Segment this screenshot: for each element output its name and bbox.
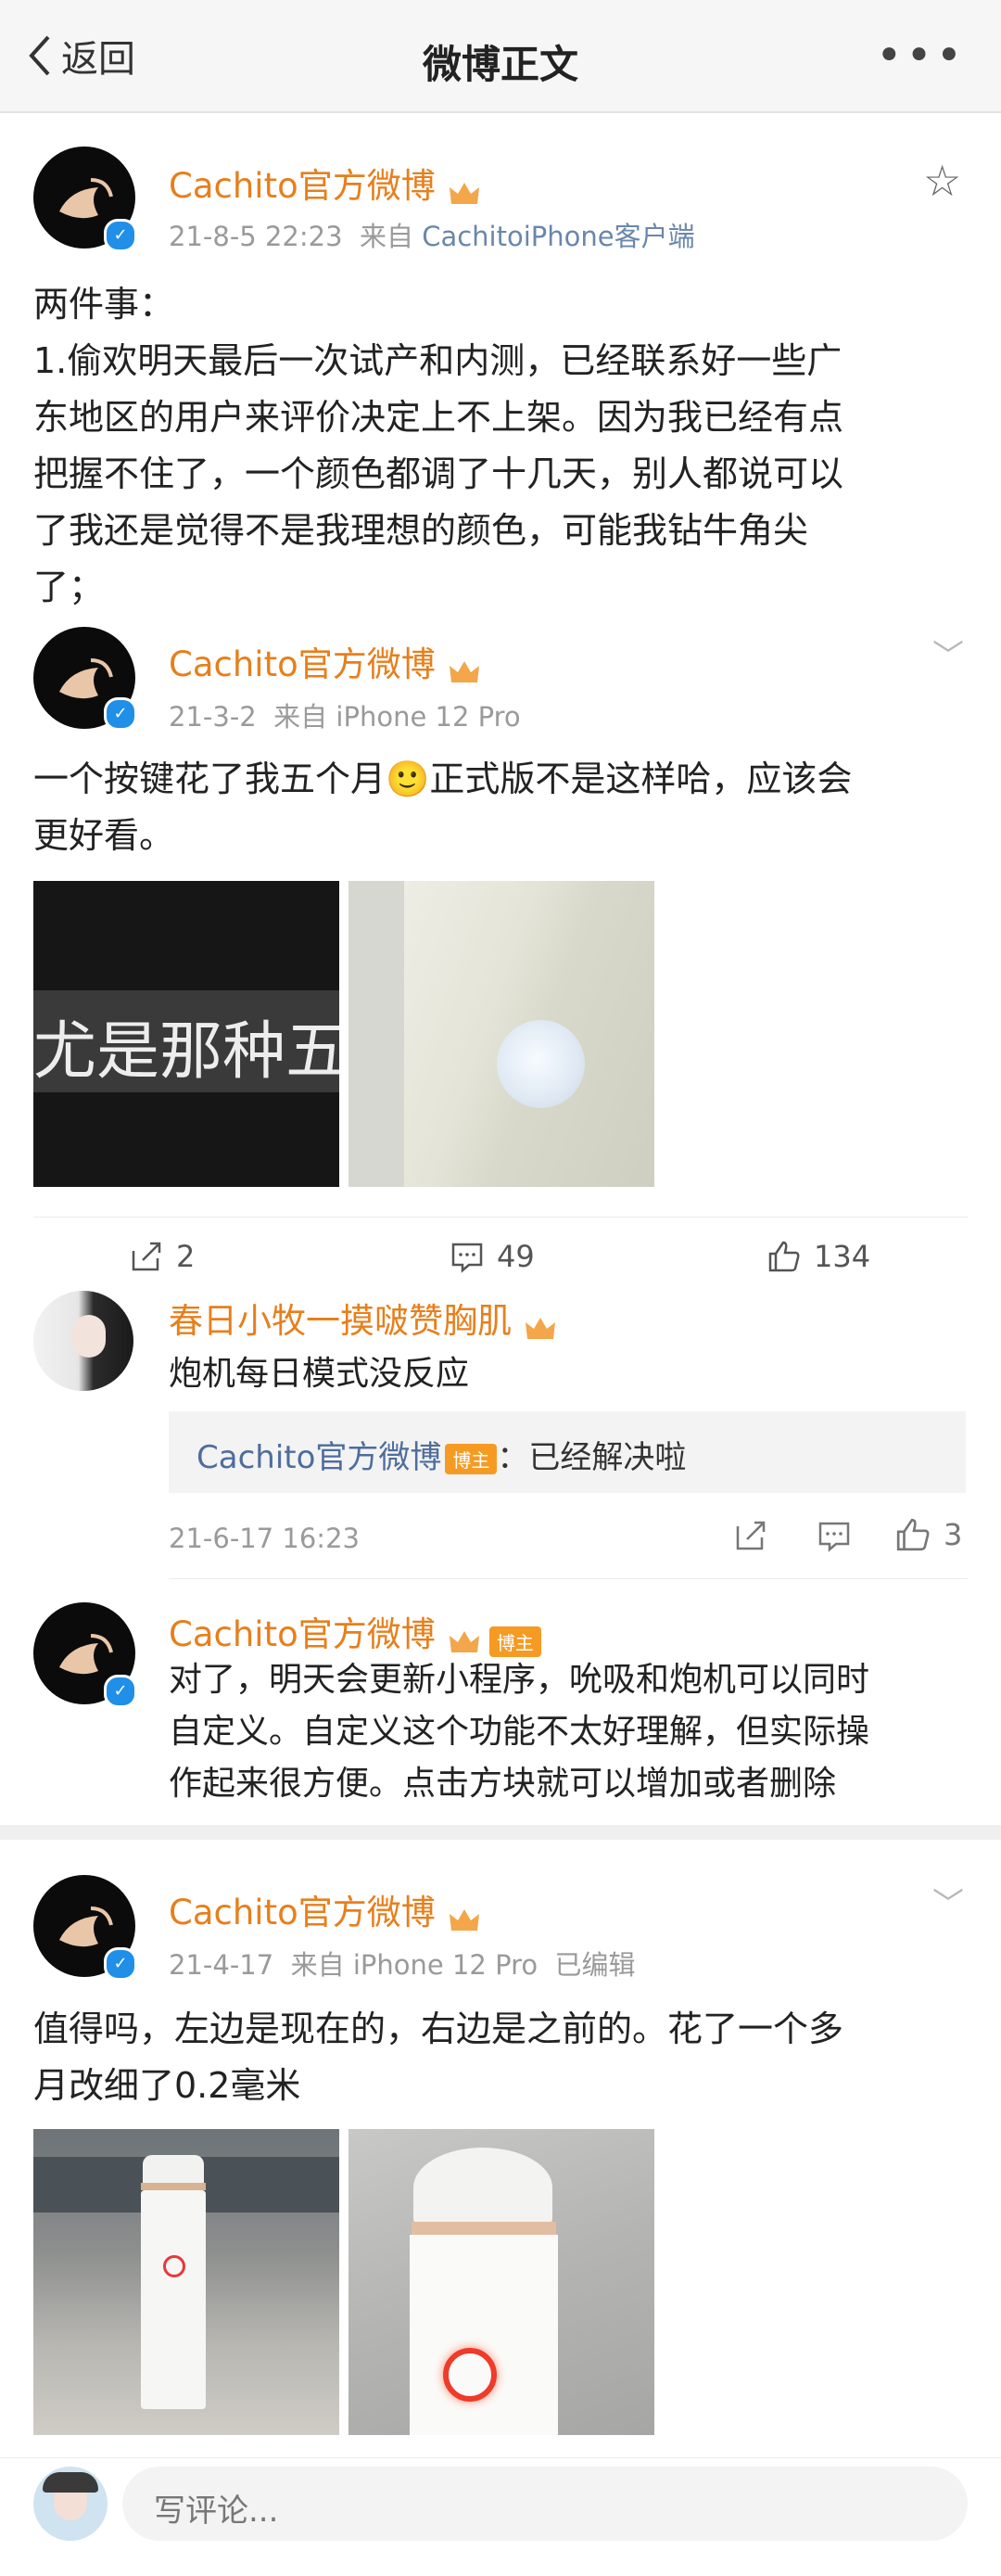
comment-placeholder: 写评论...	[154, 2493, 279, 2530]
post-meta: 21-4-17 来自 iPhone 12 Pro 已编辑	[169, 1949, 636, 1981]
avatar[interactable]	[33, 1291, 133, 1391]
author-badge: 博主	[488, 1626, 541, 1657]
comment-author[interactable]: 春日小牧一摸啵赞胸肌	[169, 1293, 557, 1343]
comment-author[interactable]: Cachito官方微博 博主	[169, 1606, 541, 1657]
post-body: 一个按键花了我五个月🙂正式版不是这样哈，应该会 更好看。	[33, 759, 853, 856]
vip-crown-icon	[449, 1908, 479, 1931]
chevron-down-icon[interactable]: ﹀	[932, 1879, 964, 1924]
comment-button[interactable]: 49	[450, 1239, 535, 1274]
vip-crown-icon	[526, 1317, 556, 1339]
smile-emoji-icon: 🙂	[386, 759, 430, 799]
repost-icon	[132, 1242, 161, 1271]
more-options-icon[interactable]: •••	[876, 30, 966, 82]
comment-text: 对了，明天会更新小程序，吮吸和炮机可以同时 自定义。自定义这个功能不太好理解，但…	[169, 1661, 870, 1803]
share-icon	[736, 1521, 766, 1550]
comment-icon	[818, 1522, 850, 1552]
author-badge: 博主	[445, 1444, 498, 1474]
verified-badge-icon: ✓	[104, 697, 137, 731]
post-author[interactable]: Cachito官方微博	[169, 636, 481, 686]
reply-text: ：已经解决啦	[497, 1439, 687, 1476]
post-body: 值得吗，左边是现在的，右边是之前的。花了一个多 月改细了0.2毫米	[33, 2009, 844, 2106]
page-title: 微博正文	[422, 42, 578, 87]
reply-preview[interactable]: Cachito官方微博 博主 ：已经解决啦	[169, 1411, 966, 1493]
post-image[interactable]	[33, 2129, 339, 2435]
post-meta: 21-8-5 22:23 来自 CachitoiPhone客户端	[169, 221, 695, 252]
reply-button[interactable]	[817, 1519, 851, 1556]
post-author[interactable]: Cachito官方微博	[169, 158, 481, 208]
verified-badge-icon: ✓	[104, 1947, 137, 1981]
post-author[interactable]: Cachito官方微博	[169, 1884, 481, 1934]
verified-badge-icon: ✓	[104, 219, 137, 252]
share-button[interactable]	[734, 1519, 767, 1556]
vip-crown-icon	[449, 182, 479, 204]
reply-author[interactable]: Cachito官方微博	[196, 1439, 441, 1476]
comment-icon	[451, 1243, 483, 1273]
source-link[interactable]: CachitoiPhone客户端	[422, 221, 694, 252]
chevron-down-icon[interactable]: ﹀	[932, 631, 964, 676]
vip-crown-icon	[449, 660, 479, 682]
post-image[interactable]	[348, 2129, 654, 2435]
post-image[interactable]: 尤是那种五	[33, 881, 339, 1187]
comment-like-button[interactable]: 3	[895, 1517, 962, 1552]
post-meta: 21-3-2 来自 iPhone 12 Pro	[169, 701, 521, 733]
repost-button[interactable]: 2	[130, 1239, 195, 1274]
top-nav-bar: 返回 微博正文 •••	[0, 0, 1001, 113]
my-avatar[interactable]	[33, 2467, 108, 2541]
like-button[interactable]: 134	[767, 1239, 870, 1274]
comment-time: 21-6-17 16:23	[169, 1523, 360, 1554]
verified-badge-icon: ✓	[104, 1675, 137, 1708]
post-body: 两件事： 1.偷欢明天最后一次试产和内测，已经联系好一些广 东地区的用户来评价决…	[33, 284, 844, 607]
comment-input[interactable]: 写评论...	[122, 2467, 968, 2541]
post-image[interactable]	[348, 881, 654, 1187]
section-divider	[0, 1825, 1001, 1840]
thumbs-up-icon	[768, 1241, 800, 1272]
thumbs-up-icon	[896, 1518, 930, 1551]
comment-text: 炮机每日模式没反应	[169, 1355, 470, 1393]
vip-crown-icon	[449, 1630, 479, 1652]
favorite-star-icon[interactable]: ☆	[923, 156, 961, 206]
